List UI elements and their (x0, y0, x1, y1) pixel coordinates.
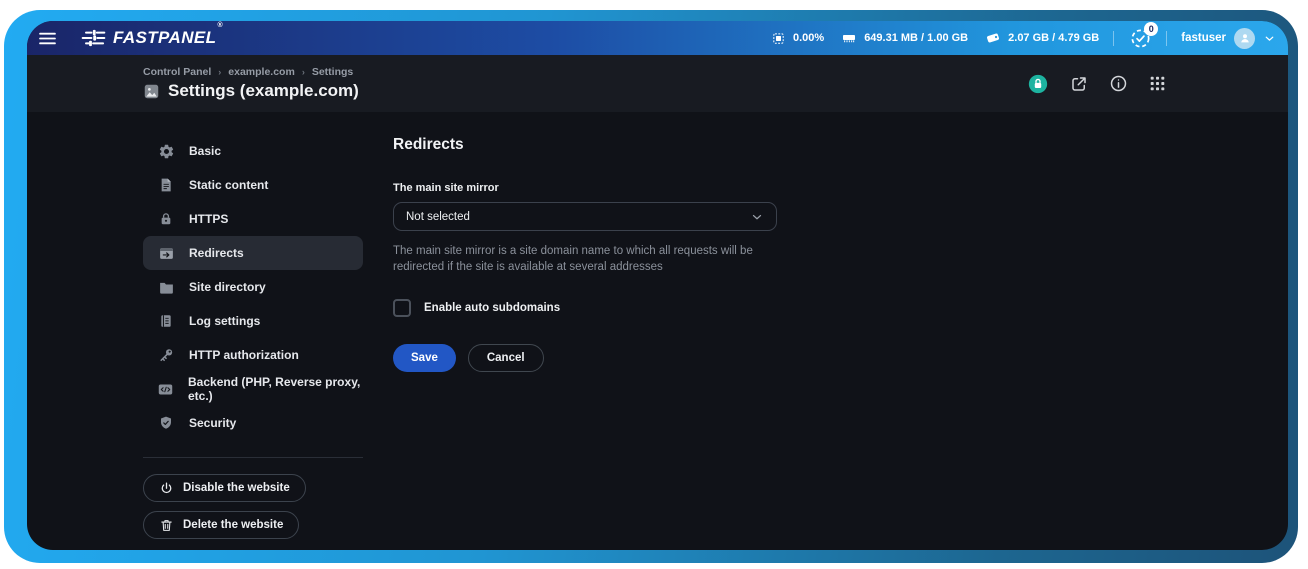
sidebar-nav: Basic Static content HTTPS Redirects Site di… (143, 134, 363, 440)
sidebar-item-label: Security (189, 416, 236, 430)
tasks-count-badge: 0 (1144, 22, 1158, 36)
settings-sidebar: Basic Static content HTTPS Redirects Site di… (143, 134, 363, 550)
auto-subdomains-row: Enable auto subdomains (393, 299, 777, 317)
form-actions: Save Cancel (393, 344, 777, 372)
sidebar-item-label: Backend (PHP, Reverse proxy, etc.) (188, 375, 363, 403)
redirect-icon (157, 245, 175, 262)
shield-icon (157, 415, 175, 431)
sidebar-item-site-directory[interactable]: Site directory (143, 270, 363, 304)
app-window: FASTPANEL® 0.00% 649.31 MB / 1.00 GB 2.07 … (27, 21, 1288, 550)
delete-website-button[interactable]: Delete the website (143, 511, 299, 539)
fastpanel-logo[interactable]: FASTPANEL® (81, 28, 222, 48)
folder-icon (157, 279, 175, 296)
cpu-icon (771, 31, 786, 46)
registered-mark: ® (217, 22, 223, 29)
breadcrumb: Control Panel › example.com › Settings (143, 66, 359, 78)
title-row: Settings (example.com) (143, 81, 359, 101)
sidebar-item-label: Site directory (189, 280, 266, 294)
user-menu[interactable]: fastuser (1181, 28, 1276, 49)
ssl-lock-icon[interactable] (1027, 73, 1049, 95)
mirror-field-description: The main site mirror is a site domain na… (393, 244, 777, 275)
sidebar-item-label: Static content (189, 178, 268, 192)
username: fastuser (1181, 32, 1226, 44)
header-action-icons (1027, 73, 1166, 95)
gear-icon (157, 143, 175, 160)
site-image-icon (143, 83, 160, 100)
document-icon (157, 177, 175, 193)
redirects-panel: Redirects The main site mirror Not selec… (393, 134, 777, 550)
section-heading: Redirects (393, 136, 777, 154)
chevron-down-icon (750, 210, 764, 224)
main-site-mirror-value: Not selected (406, 211, 470, 223)
main-site-mirror-select[interactable]: Not selected (393, 202, 777, 231)
sidebar-item-redirects[interactable]: Redirects (143, 236, 363, 270)
fastpanel-logo-icon (81, 28, 106, 48)
code-icon (157, 381, 174, 398)
page-header-left: Control Panel › example.com › Settings Setti… (143, 66, 359, 101)
trash-icon (159, 518, 174, 533)
sidebar-divider (143, 457, 363, 458)
stat-cpu: 0.00% (771, 31, 824, 46)
power-icon (159, 481, 174, 496)
topbar-divider (1113, 31, 1114, 46)
page-title: Settings (example.com) (168, 81, 359, 101)
sidebar-item-label: HTTP authorization (189, 348, 299, 362)
save-button[interactable]: Save (393, 344, 456, 372)
topbar-divider (1166, 31, 1167, 46)
grid-apps-icon[interactable] (1149, 75, 1166, 92)
disk-icon (985, 30, 1001, 46)
main-area: Basic Static content HTTPS Redirects Site di… (27, 112, 1288, 550)
stat-value: 649.31 MB / 1.00 GB (864, 32, 968, 44)
breadcrumb-separator: › (302, 67, 305, 77)
sidebar-item-log-settings[interactable]: Log settings (143, 304, 363, 338)
sidebar-item-label: HTTPS (189, 212, 228, 226)
breadcrumb-item[interactable]: Control Panel (143, 66, 211, 78)
stat-ram: 649.31 MB / 1.00 GB (841, 30, 968, 46)
auto-subdomains-label: Enable auto subdomains (424, 302, 560, 314)
disable-website-button[interactable]: Disable the website (143, 474, 306, 502)
cancel-button[interactable]: Cancel (468, 344, 544, 372)
info-icon[interactable] (1109, 74, 1128, 93)
breadcrumb-item[interactable]: example.com (228, 66, 295, 78)
sidebar-item-security[interactable]: Security (143, 406, 363, 440)
sidebar-item-label: Redirects (189, 246, 244, 260)
stat-value: 2.07 GB / 4.79 GB (1008, 32, 1099, 44)
sidebar-item-basic[interactable]: Basic (143, 134, 363, 168)
sidebar-item-static-content[interactable]: Static content (143, 168, 363, 202)
delete-website-label: Delete the website (183, 519, 283, 531)
topbar: FASTPANEL® 0.00% 649.31 MB / 1.00 GB 2.07 … (27, 21, 1288, 55)
disable-website-label: Disable the website (183, 482, 290, 494)
fastpanel-logo-text: FASTPANEL® (113, 28, 222, 48)
sidebar-item-http-authorization[interactable]: HTTP authorization (143, 338, 363, 372)
sidebar-item-https[interactable]: HTTPS (143, 202, 363, 236)
avatar (1234, 28, 1255, 49)
ram-icon (841, 30, 857, 46)
log-icon (157, 313, 175, 329)
sidebar-item-backend-php-reverse-proxy-etc[interactable]: Backend (PHP, Reverse proxy, etc.) (143, 372, 363, 406)
lock-icon (157, 211, 175, 227)
stat-disk: 2.07 GB / 4.79 GB (985, 30, 1099, 46)
tasks-button[interactable]: 0 (1128, 26, 1152, 50)
breadcrumb-item: Settings (312, 66, 353, 78)
topbar-stats: 0.00% 649.31 MB / 1.00 GB 2.07 GB / 4.79 G… (771, 30, 1099, 46)
topbar-left: FASTPANEL® (32, 25, 222, 51)
external-link-icon[interactable] (1070, 75, 1088, 93)
chevron-down-icon (1263, 32, 1276, 45)
window-frame: FASTPANEL® 0.00% 649.31 MB / 1.00 GB 2.07 … (4, 10, 1298, 563)
page-header: Control Panel › example.com › Settings Setti… (27, 55, 1288, 112)
key-icon (157, 347, 175, 364)
auto-subdomains-checkbox[interactable] (393, 299, 411, 317)
stat-value: 0.00% (793, 32, 824, 44)
mirror-field-label: The main site mirror (393, 182, 777, 194)
sidebar-item-label: Log settings (189, 314, 260, 328)
topbar-right: 0.00% 649.31 MB / 1.00 GB 2.07 GB / 4.79 G… (771, 26, 1276, 50)
breadcrumb-separator: › (218, 67, 221, 77)
sidebar-item-label: Basic (189, 144, 221, 158)
hamburger-menu-icon[interactable] (32, 25, 62, 51)
